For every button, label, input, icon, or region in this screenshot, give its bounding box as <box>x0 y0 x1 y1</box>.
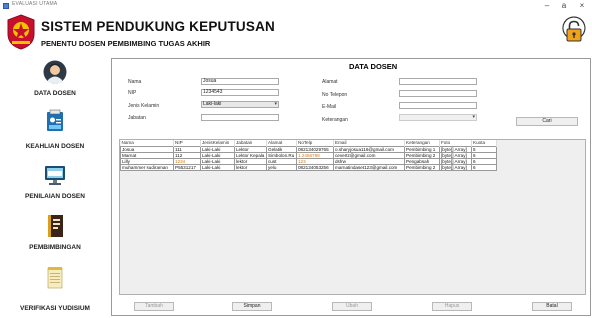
sidebar-item-data-dosen[interactable]: DATA DOSEN <box>0 60 110 112</box>
chevron-down-icon: ▾ <box>472 114 475 120</box>
cari-button[interactable]: Cari <box>516 117 578 126</box>
sidebar-item-verifikasi-yudisium[interactable]: VERIFIKASI YUDISIUM <box>0 265 110 317</box>
jenis-kelamin-label: Jenis Kelamin <box>128 103 160 109</box>
cell-jabatan[interactable]: lektor <box>234 163 267 171</box>
cell-foto[interactable]: [byte[] Array] <box>439 145 472 153</box>
jenis-kelamin-select[interactable]: Laki-laki ▾ <box>201 101 279 108</box>
cell-keterangan[interactable]: Pembimbing 1 <box>404 145 440 153</box>
table-header-row: Nama NIP JenisKelamin Jabatan Alamat NoT… <box>120 140 497 146</box>
sidebar-item-label: KEAHLIAN DOSEN <box>25 143 85 150</box>
sidebar-item-pembimbingan[interactable]: PEMBIMBINGAN <box>0 214 110 266</box>
cell-jabatan[interactable]: Lektor Kepala <box>234 151 267 159</box>
lock-icon[interactable] <box>562 16 586 48</box>
nip-label: NIP <box>128 90 137 96</box>
nip-input[interactable]: 1234543 <box>201 89 279 96</box>
sidebar: DATA DOSEN KEAHLIAN DOSEN PENILAIAN DOSE… <box>0 56 110 318</box>
cell-keterangan[interactable]: Pembimbing 2 <box>404 163 440 171</box>
cell-jenis-kelamin[interactable]: Laki-Laki <box>200 163 235 171</box>
university-logo-icon <box>7 14 35 50</box>
window-title: EVALUASI UTAMA <box>12 1 58 7</box>
app-subtitle: PENENTU DOSEN PEMBIMBING TUGAS AKHIR <box>41 39 211 48</box>
cell-foto[interactable]: [byte[] Array] <box>439 163 472 171</box>
cell-foto[interactable]: [byte[] Array] <box>439 157 472 165</box>
cell-keterangan[interactable]: Pembimbing 2 <box>404 151 440 159</box>
hapus-button[interactable]: Hapus <box>432 302 472 311</box>
app-icon <box>3 3 9 9</box>
cell-alamat[interactable]: Simbolon.Ru <box>266 151 297 159</box>
alamat-input[interactable] <box>399 78 477 85</box>
sidebar-item-penilaian-dosen[interactable]: PENILAIAN DOSEN <box>0 163 110 215</box>
ubah-button[interactable]: Ubah <box>332 302 372 311</box>
no-telepon-label: No Telepon <box>322 92 348 98</box>
nama-input[interactable]: Josua <box>201 78 279 85</box>
app-header: SISTEM PENDUKUNG KEPUTUSAN PENENTU DOSEN… <box>0 12 592 58</box>
cell-no-telp[interactable]: 082134029765 <box>296 145 334 153</box>
cell-email[interactable]: marnatindaset123@gmail.com <box>333 163 405 171</box>
jabatan-label: Jabatan <box>128 115 146 121</box>
close-button[interactable]: × <box>575 0 589 12</box>
sidebar-item-label: DATA DOSEN <box>34 90 76 97</box>
keterangan-select[interactable]: ▾ <box>399 114 477 121</box>
keterangan-label: Keterangan <box>322 117 348 123</box>
user-avatar-icon <box>43 60 67 84</box>
cell-nip[interactable]: P5531217 <box>173 163 201 171</box>
minimize-button[interactable]: – <box>540 0 554 12</box>
dosen-table[interactable]: Nama NIP JenisKelamin Jabatan Alamat NoT… <box>119 139 586 295</box>
no-telepon-input[interactable] <box>399 90 477 97</box>
simpan-button[interactable]: Simpan <box>232 302 272 311</box>
notebook-icon <box>48 215 63 237</box>
table-row[interactable]: Marnat 112 Laki-Laki Lektor Kepala Simbo… <box>120 151 497 159</box>
sidebar-item-keahlian-dosen[interactable]: KEAHLIAN DOSEN <box>0 109 110 161</box>
email-input[interactable] <box>399 102 477 109</box>
id-card-icon <box>47 109 63 131</box>
maximize-button[interactable]: a <box>557 0 571 12</box>
data-dosen-panel: DATA DOSEN Nama Josua NIP 1234543 Jenis … <box>111 58 591 316</box>
panel-title: DATA DOSEN <box>349 62 398 71</box>
notepad-icon <box>47 267 63 289</box>
app-title: SISTEM PENDUKUNG KEPUTUSAN <box>41 19 275 34</box>
cell-kuota[interactable]: 6 <box>471 163 497 171</box>
table-row[interactable]: Josua 111 Laki-Laki Lektor Gelatik 08213… <box>120 145 497 153</box>
email-label: E-Mail <box>322 104 337 110</box>
cell-nama[interactable]: muhammer sudiraman <box>120 163 174 171</box>
sidebar-item-label: PEMBIMBINGAN <box>29 244 81 251</box>
cell-foto[interactable]: [byte[] Array] <box>439 151 472 159</box>
nama-label: Nama <box>128 79 142 85</box>
chevron-down-icon: ▾ <box>274 101 277 107</box>
cell-alamat[interactable]: yelu <box>266 163 297 171</box>
cell-email[interactable]: o.sharyjosua116@gmail.com <box>333 145 405 153</box>
monitor-icon <box>45 166 65 185</box>
cell-no-telp[interactable]: 082134053256 <box>296 163 334 171</box>
jenis-kelamin-value: Laki-laki <box>203 101 222 107</box>
alamat-label: Alamat <box>322 79 338 85</box>
batal-button[interactable]: Batal <box>532 302 572 311</box>
sidebar-item-label: PENILAIAN DOSEN <box>25 193 85 200</box>
tambah-button[interactable]: Tambah <box>134 302 174 311</box>
window-title-bar: EVALUASI UTAMA – a × <box>0 0 592 12</box>
jabatan-input[interactable] <box>201 114 279 121</box>
sidebar-item-label: VERIFIKASI YUDISIUM <box>20 305 90 312</box>
table-row[interactable]: muhammer sudiraman P5531217 Laki-Laki le… <box>120 163 497 171</box>
